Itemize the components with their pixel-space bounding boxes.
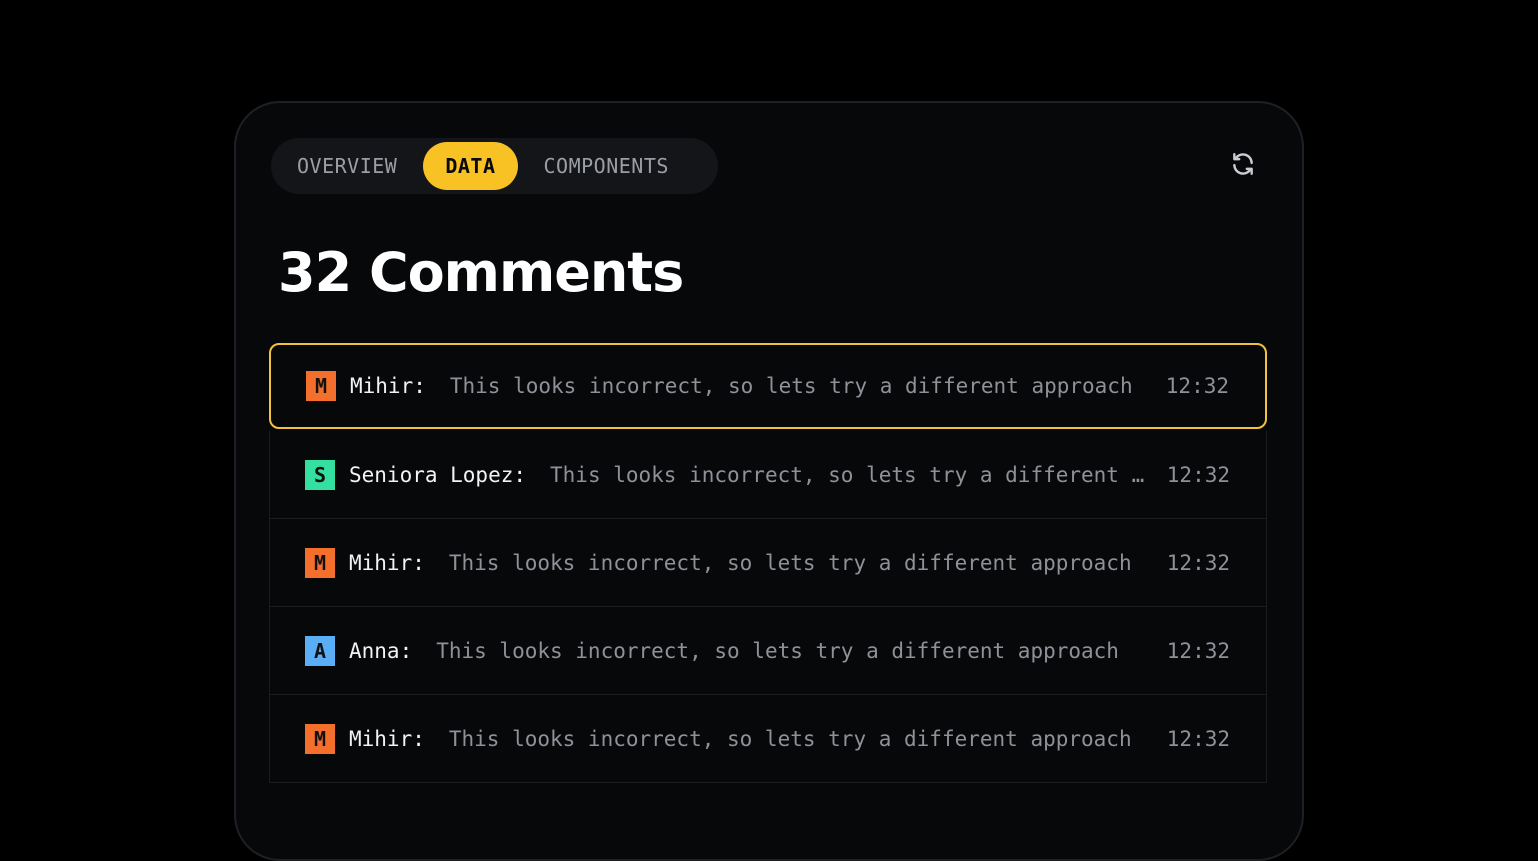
refresh-icon (1230, 151, 1256, 182)
refresh-button[interactable] (1228, 151, 1258, 181)
comment-time: 12:32 (1165, 374, 1229, 398)
tab-data[interactable]: DATA (423, 142, 518, 190)
comment-text: This looks incorrect, so lets try a diff… (448, 726, 1132, 751)
comment-row[interactable]: M Mihir: This looks incorrect, so lets t… (269, 695, 1267, 783)
comment-author: Mihir: (349, 550, 425, 575)
comment-author: Mihir: (349, 726, 425, 751)
comment-text: This looks incorrect, so lets try a diff… (436, 638, 1119, 663)
comment-time: 12:32 (1166, 462, 1230, 487)
comment-time: 12:32 (1166, 726, 1230, 751)
comment-text: This looks incorrect, so lets try a diff… (550, 462, 1145, 487)
comment-time: 12:32 (1166, 550, 1230, 575)
tab-components[interactable]: COMPONENTS (522, 142, 691, 190)
tab-overview[interactable]: OVERVIEW (275, 142, 419, 190)
comment-author: Mihir: (350, 374, 426, 398)
comment-row[interactable]: A Anna: This looks incorrect, so lets tr… (269, 607, 1267, 695)
avatar: S (305, 459, 335, 490)
comment-text: This looks incorrect, so lets try a diff… (449, 374, 1133, 398)
comment-row[interactable]: M Mihir: This looks incorrect, so lets t… (269, 343, 1267, 429)
avatar: A (305, 635, 335, 666)
comments-panel: OVERVIEW DATA COMPONENTS 32 Comments M M… (234, 101, 1304, 861)
comment-list: M Mihir: This looks incorrect, so lets t… (269, 343, 1267, 783)
comment-author: Anna: (349, 638, 413, 663)
comment-text: This looks incorrect, so lets try a diff… (448, 550, 1132, 575)
tab-bar: OVERVIEW DATA COMPONENTS (271, 138, 718, 194)
comment-row[interactable]: S Seniora Lopez: This looks incorrect, s… (269, 431, 1267, 519)
comment-row[interactable]: M Mihir: This looks incorrect, so lets t… (269, 519, 1267, 607)
avatar: M (305, 547, 335, 578)
comment-author: Seniora Lopez: (349, 462, 527, 487)
avatar: M (305, 723, 335, 754)
comment-time: 12:32 (1166, 638, 1230, 663)
avatar: M (306, 371, 336, 401)
page-title: 32 Comments (278, 241, 684, 304)
